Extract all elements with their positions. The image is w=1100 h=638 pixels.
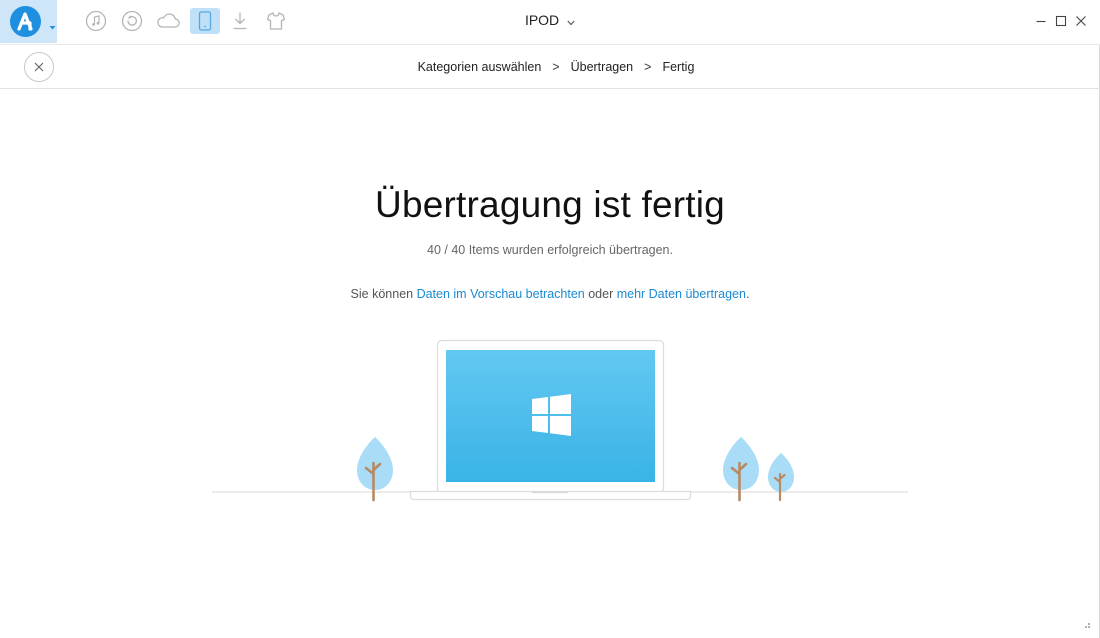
app-menu-button[interactable] — [0, 0, 57, 43]
chevron-down-icon — [49, 18, 56, 36]
info-prefix: Sie können — [350, 287, 417, 301]
breadcrumb-step-transfer: Übertragen — [570, 60, 634, 74]
transfer-summary: 40 / 40 Items wurden erfolgreich übertra… — [427, 243, 673, 257]
app-window: IPOD Kategorien auswählen > Übertragen > Fer… — [0, 0, 1100, 638]
laptop-illustration — [212, 339, 908, 502]
close-icon — [1076, 16, 1086, 26]
download-icon[interactable] — [226, 8, 254, 34]
info-middle: oder — [584, 287, 617, 301]
minimize-icon — [1036, 20, 1046, 23]
breadcrumb-separator: > — [552, 60, 560, 74]
toolbar: IPOD — [0, 0, 1100, 44]
minimize-button[interactable] — [1032, 12, 1050, 30]
app-logo-icon — [10, 6, 41, 37]
wizard-header: Kategorien auswählen > Übertragen > Fertig — [0, 44, 1100, 89]
music-note-icon[interactable] — [82, 8, 110, 34]
cloud-icon[interactable] — [154, 8, 182, 34]
breadcrumb-step-categories: Kategorien auswählen — [417, 60, 542, 74]
maximize-icon — [1055, 15, 1067, 27]
tshirt-icon[interactable] — [262, 8, 290, 34]
chevron-down-icon — [567, 13, 575, 29]
phone-icon[interactable] — [190, 8, 220, 34]
tree-icon — [357, 437, 393, 502]
tree-icon — [723, 437, 759, 502]
close-window-button[interactable] — [1072, 12, 1090, 30]
info-suffix: . — [745, 287, 750, 301]
resize-grip-icon[interactable] — [1083, 616, 1091, 634]
tree-icon — [768, 453, 794, 502]
transfer-more-link[interactable]: mehr Daten übertragen — [617, 287, 746, 301]
device-name: IPOD — [524, 12, 560, 28]
maximize-button[interactable] — [1052, 12, 1070, 30]
next-steps-text: Sie können Daten im Vorschau betrachten … — [0, 287, 1100, 301]
breadcrumb-step-done: Fertig — [662, 60, 695, 74]
preview-data-link[interactable]: Daten im Vorschau betrachten — [417, 287, 585, 301]
restore-icon[interactable] — [118, 8, 146, 34]
page-title: Übertragung ist fertig — [375, 184, 725, 225]
breadcrumb-separator: > — [644, 60, 652, 74]
device-selector[interactable]: IPOD — [500, 12, 600, 32]
breadcrumb: Kategorien auswählen > Übertragen > Fertig — [0, 60, 1100, 74]
